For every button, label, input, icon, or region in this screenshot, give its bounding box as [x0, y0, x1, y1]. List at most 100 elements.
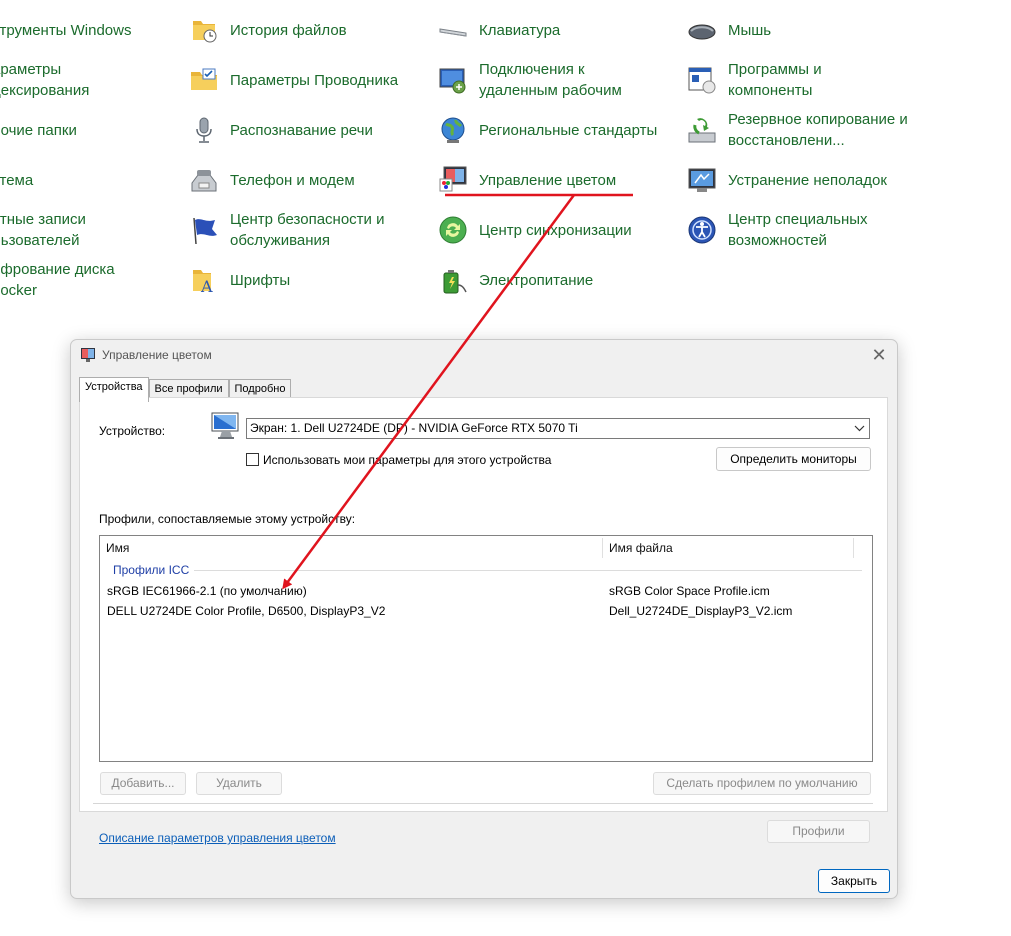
group-divider — [194, 570, 862, 571]
cp-item-mouse[interactable]: Мышь — [686, 8, 771, 52]
explorer-options-icon — [188, 64, 220, 96]
profile-name: DELL U2724DE Color Profile, D6500, Displ… — [107, 604, 386, 618]
cp-item-sync-center[interactable]: Центр синхронизации — [437, 208, 632, 252]
cp-item-label: Устранение неполадок — [728, 171, 887, 189]
use-my-settings-checkbox[interactable] — [246, 453, 259, 466]
cp-item-work-folders[interactable]: бочие папки — [0, 108, 77, 152]
cp-item-label: Программы и компоненты — [728, 61, 822, 99]
tab-devices[interactable]: Устройства — [79, 377, 149, 402]
identify-monitors-button[interactable]: Определить мониторы — [716, 447, 871, 471]
cp-item-remote-desktop[interactable]: Подключения к удаленным рабочим — [437, 58, 622, 102]
cp-item-label: Распознавание речи — [230, 121, 373, 139]
cp-item-color-management[interactable]: Управление цветом — [437, 158, 616, 202]
keyboard-icon — [437, 14, 469, 46]
cp-item-indexing-options[interactable]: араметры дексирования — [0, 58, 89, 102]
monitor-icon — [210, 410, 244, 444]
profile-name: sRGB IEC61966-2.1 (по умолчанию) — [107, 584, 307, 598]
device-label: Устройство: — [99, 424, 166, 438]
cp-item-security-maintenance[interactable]: Центр безопасности и обслуживания — [188, 208, 384, 252]
use-my-settings-label[interactable]: Использовать мои параметры для этого уст… — [263, 453, 551, 467]
cp-item-label: Клавиатура — [479, 21, 561, 39]
svg-text:A: A — [200, 277, 213, 295]
remove-profile-button[interactable]: Удалить — [196, 772, 282, 795]
flag-icon — [188, 214, 220, 246]
cp-item-fonts[interactable]: A Шрифты — [188, 258, 290, 302]
cp-item-region[interactable]: Региональные стандарты — [437, 108, 657, 152]
table-row[interactable]: DELL U2724DE Color Profile, D6500, Displ… — [100, 602, 872, 622]
table-row[interactable]: sRGB IEC61966-2.1 (по умолчанию) sRGB Co… — [100, 582, 872, 602]
profiles-caption: Профили, сопоставляемые этому устройству… — [99, 512, 356, 526]
cp-item-backup-restore[interactable]: Резервное копирование и восстановлени... — [686, 108, 908, 152]
help-link[interactable]: Описание параметров управления цветом — [99, 831, 336, 845]
programs-icon — [686, 64, 718, 96]
devices-tab-panel: Устройство: Экран: 1. Dell U2724DE (DP) … — [79, 397, 888, 812]
cp-item-label: араметры дексирования — [0, 61, 90, 99]
dialog-titlebar[interactable]: Управление цветом ✕ — [71, 340, 897, 370]
cp-item-label: бочие папки — [0, 121, 77, 139]
control-panel-items: струменты Windows араметры дексирования … — [0, 0, 1011, 330]
accessibility-icon — [686, 214, 718, 246]
close-icon[interactable]: ✕ — [867, 343, 891, 367]
chevron-down-icon — [854, 419, 865, 445]
sync-icon — [437, 214, 469, 246]
cp-item-label: История файлов — [230, 21, 347, 39]
cp-item-label: Управление цветом — [479, 171, 617, 189]
power-options-icon — [437, 264, 469, 296]
profiles-list[interactable]: Имя Имя файла Профили ICC sRGB IEC61966-… — [99, 535, 873, 762]
microphone-icon — [188, 114, 220, 146]
fonts-folder-icon: A — [188, 264, 220, 296]
group-header-icc: Профили ICC — [113, 563, 190, 577]
cp-item-label: струменты Windows — [0, 21, 132, 39]
profile-file: Dell_U2724DE_DisplayP3_V2.icm — [609, 604, 793, 618]
dialog-tabs: Устройства Все профили Подробно — [79, 377, 292, 402]
profiles-button[interactable]: Профили — [767, 820, 870, 843]
device-select[interactable]: Экран: 1. Dell U2724DE (DP) - NVIDIA GeF… — [246, 418, 870, 439]
cp-item-phone-modem[interactable]: Телефон и модем — [188, 158, 355, 202]
cp-item-power-options[interactable]: Электропитание — [437, 258, 593, 302]
column-divider[interactable] — [853, 538, 854, 558]
cp-item-user-accounts[interactable]: етные записи льзователей — [0, 208, 86, 252]
cp-item-label: Центр безопасности и обслуживания — [230, 211, 385, 249]
divider — [93, 803, 873, 804]
set-default-profile-button[interactable]: Сделать профилем по умолчанию — [653, 772, 871, 795]
cp-item-label: Подключения к удаленным рабочим — [479, 61, 622, 99]
cp-item-label: стема — [0, 171, 34, 189]
cp-item-keyboard[interactable]: Клавиатура — [437, 8, 560, 52]
cp-item-label: Телефон и модем — [230, 171, 355, 189]
cp-item-system[interactable]: стема — [0, 158, 33, 202]
cp-item-label: Шрифты — [230, 271, 291, 289]
cp-item-ease-of-access[interactable]: Центр специальных возможностей — [686, 208, 868, 252]
cp-item-label: Центр специальных возможностей — [728, 211, 868, 249]
device-select-value: Экран: 1. Dell U2724DE (DP) - NVIDIA GeF… — [250, 421, 578, 435]
color-management-icon — [437, 164, 469, 196]
file-history-icon — [188, 14, 220, 46]
cp-item-troubleshooting[interactable]: Устранение неполадок — [686, 158, 887, 202]
close-button[interactable]: Закрыть — [818, 869, 890, 893]
column-header-file[interactable]: Имя файла — [603, 536, 853, 560]
globe-icon — [437, 114, 469, 146]
troubleshoot-icon — [686, 164, 718, 196]
backup-icon — [686, 114, 718, 146]
cp-item-label: етные записи льзователей — [0, 211, 86, 249]
profile-file: sRGB Color Space Profile.icm — [609, 584, 770, 598]
add-profile-button[interactable]: Добавить... — [100, 772, 186, 795]
cp-item-label: Резервное копирование и восстановлени... — [728, 111, 908, 149]
cp-item-label: Параметры Проводника — [230, 71, 399, 89]
color-management-dialog: Управление цветом ✕ Устройства Все профи… — [70, 339, 898, 899]
phone-modem-icon — [188, 164, 220, 196]
cp-item-label: Региональные стандарты — [479, 121, 658, 139]
mouse-icon — [686, 14, 718, 46]
cp-item-label: ифрование диска Locker — [0, 261, 115, 299]
cp-item-speech-recognition[interactable]: Распознавание речи — [188, 108, 373, 152]
cp-item-label: Мышь — [728, 21, 772, 39]
cp-item-windows-tools[interactable]: струменты Windows — [0, 8, 131, 52]
color-management-icon — [80, 347, 96, 363]
cp-item-label: Электропитание — [479, 271, 594, 289]
cp-item-bitlocker[interactable]: ифрование диска Locker — [0, 258, 115, 302]
cp-item-file-history[interactable]: История файлов — [188, 8, 347, 52]
cp-item-label: Центр синхронизации — [479, 221, 632, 239]
remote-desktop-icon — [437, 64, 469, 96]
cp-item-programs-features[interactable]: Программы и компоненты — [686, 58, 822, 102]
column-header-name[interactable]: Имя — [100, 536, 602, 560]
cp-item-explorer-options[interactable]: Параметры Проводника — [188, 58, 398, 102]
